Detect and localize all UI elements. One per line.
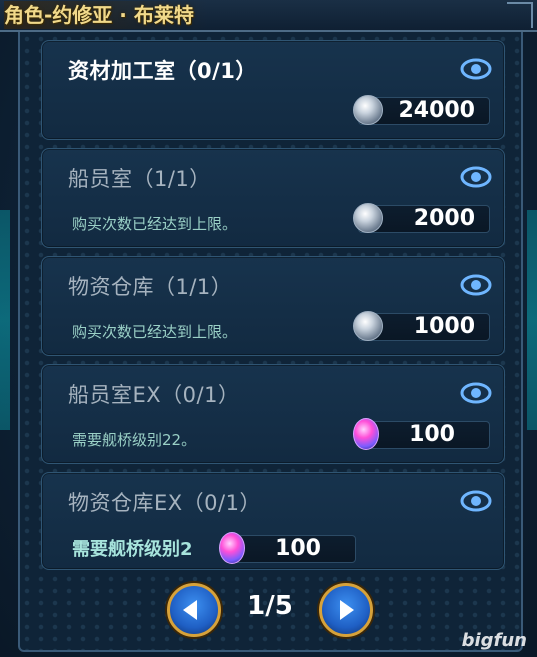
item-title: 物资仓库EX（0/1） — [68, 491, 261, 515]
price-box[interactable]: 100 — [219, 532, 356, 564]
right-frame-glow — [527, 210, 537, 430]
item-title: 资材加工室（0/1） — [68, 59, 257, 83]
price-box[interactable]: 2000 — [353, 203, 490, 233]
price-value: 100 — [409, 422, 455, 447]
item-note: 需要舰桥级别22。 — [72, 431, 197, 449]
shop-item-card[interactable]: 资材加工室（0/1） 24000 — [41, 40, 505, 140]
shop-item-card[interactable]: 物资仓库EX（0/1） 需要舰桥级别2 100 — [41, 472, 505, 570]
pagination: 1/5 — [165, 583, 375, 637]
coin-icon — [353, 203, 383, 233]
eye-icon[interactable] — [460, 163, 492, 191]
brand-watermark: bigfun — [461, 630, 527, 651]
price-box[interactable]: 100 — [353, 418, 490, 450]
game-window: 角色-约修亚 · 布莱特 资材加工室（0/1） 24000 船员室（1/1） 购… — [0, 0, 537, 657]
eye-icon[interactable] — [460, 379, 492, 407]
item-title: 物资仓库（1/1） — [68, 275, 233, 299]
coin-icon — [353, 311, 383, 341]
chevron-right-icon — [340, 600, 354, 620]
shop-item-card[interactable]: 船员室（1/1） 购买次数已经达到上限。 2000 — [41, 148, 505, 248]
price-value: 1000 — [413, 314, 475, 339]
gem-icon — [219, 532, 245, 564]
item-note: 需要舰桥级别2 — [72, 539, 193, 560]
item-note: 购买次数已经达到上限。 — [72, 323, 238, 341]
price-box[interactable]: 1000 — [353, 311, 490, 341]
coin-icon — [353, 95, 383, 125]
title-bar: 角色-约修亚 · 布莱特 — [0, 0, 537, 32]
eye-icon[interactable] — [460, 55, 492, 83]
price-value: 2000 — [413, 206, 475, 231]
shop-item-card[interactable]: 船员室EX（0/1） 需要舰桥级别22。 100 — [41, 364, 505, 464]
item-note: 购买次数已经达到上限。 — [72, 215, 238, 233]
frame-corner-icon — [507, 2, 533, 28]
price-box[interactable]: 24000 — [353, 95, 490, 125]
next-page-button[interactable] — [319, 583, 373, 637]
page-title: 角色-约修亚 · 布莱特 — [4, 1, 208, 29]
eye-icon[interactable] — [460, 271, 492, 299]
left-frame-glow — [0, 210, 10, 430]
eye-icon[interactable] — [460, 487, 492, 515]
gem-icon — [353, 418, 379, 450]
item-title: 船员室EX（0/1） — [68, 383, 240, 407]
shop-item-card[interactable]: 物资仓库（1/1） 购买次数已经达到上限。 1000 — [41, 256, 505, 356]
price-value: 24000 — [398, 98, 475, 123]
item-title: 船员室（1/1） — [68, 167, 211, 191]
price-value: 100 — [275, 536, 321, 561]
